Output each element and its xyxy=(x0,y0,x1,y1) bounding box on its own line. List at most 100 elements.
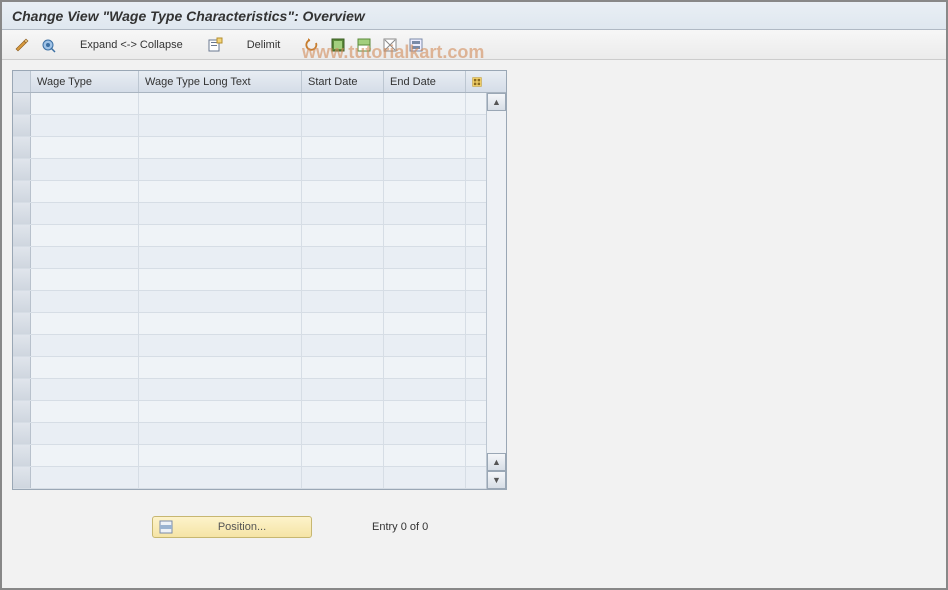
other-view-icon[interactable] xyxy=(36,35,60,55)
delimit-button[interactable]: Delimit xyxy=(240,35,288,55)
cell-wage-type[interactable] xyxy=(31,357,139,378)
cell-end-date[interactable] xyxy=(384,225,466,246)
table-row[interactable] xyxy=(13,247,486,269)
cell-wage-type-long-text[interactable] xyxy=(139,423,302,444)
cell-wage-type[interactable] xyxy=(31,159,139,180)
table-row[interactable] xyxy=(13,159,486,181)
col-wage-type-long-text[interactable]: Wage Type Long Text xyxy=(139,71,302,92)
cell-start-date[interactable] xyxy=(302,291,384,312)
cell-wage-type[interactable] xyxy=(31,93,139,114)
cell-wage-type-long-text[interactable] xyxy=(139,445,302,466)
cell-wage-type[interactable] xyxy=(31,401,139,422)
print-config-icon[interactable] xyxy=(404,35,428,55)
cell-end-date[interactable] xyxy=(384,291,466,312)
cell-start-date[interactable] xyxy=(302,137,384,158)
cell-wage-type-long-text[interactable] xyxy=(139,225,302,246)
cell-wage-type-long-text[interactable] xyxy=(139,159,302,180)
table-row[interactable] xyxy=(13,93,486,115)
cell-end-date[interactable] xyxy=(384,181,466,202)
row-selector[interactable] xyxy=(13,115,31,136)
cell-wage-type-long-text[interactable] xyxy=(139,401,302,422)
cell-end-date[interactable] xyxy=(384,137,466,158)
cell-start-date[interactable] xyxy=(302,247,384,268)
table-row[interactable] xyxy=(13,467,486,489)
row-selector[interactable] xyxy=(13,269,31,290)
col-end-date[interactable]: End Date xyxy=(384,71,466,92)
cell-wage-type[interactable] xyxy=(31,379,139,400)
cell-end-date[interactable] xyxy=(384,357,466,378)
cell-wage-type[interactable] xyxy=(31,137,139,158)
cell-wage-type-long-text[interactable] xyxy=(139,137,302,158)
cell-end-date[interactable] xyxy=(384,115,466,136)
cell-end-date[interactable] xyxy=(384,313,466,334)
row-selector[interactable] xyxy=(13,159,31,180)
cell-wage-type-long-text[interactable] xyxy=(139,93,302,114)
table-row[interactable] xyxy=(13,137,486,159)
cell-start-date[interactable] xyxy=(302,313,384,334)
table-row[interactable] xyxy=(13,313,486,335)
cell-end-date[interactable] xyxy=(384,401,466,422)
row-selector[interactable] xyxy=(13,93,31,114)
row-selector[interactable] xyxy=(13,423,31,444)
table-row[interactable] xyxy=(13,401,486,423)
select-block-icon[interactable] xyxy=(352,35,376,55)
cell-start-date[interactable] xyxy=(302,357,384,378)
cell-wage-type-long-text[interactable] xyxy=(139,379,302,400)
change-display-icon[interactable] xyxy=(10,35,34,55)
row-selector[interactable] xyxy=(13,313,31,334)
cell-start-date[interactable] xyxy=(302,159,384,180)
cell-wage-type-long-text[interactable] xyxy=(139,115,302,136)
cell-end-date[interactable] xyxy=(384,269,466,290)
cell-wage-type-long-text[interactable] xyxy=(139,467,302,488)
cell-start-date[interactable] xyxy=(302,115,384,136)
cell-end-date[interactable] xyxy=(384,93,466,114)
cell-end-date[interactable] xyxy=(384,203,466,224)
cell-wage-type[interactable] xyxy=(31,203,139,224)
cell-wage-type[interactable] xyxy=(31,181,139,202)
cell-wage-type[interactable] xyxy=(31,291,139,312)
table-row[interactable] xyxy=(13,269,486,291)
cell-start-date[interactable] xyxy=(302,203,384,224)
select-all-column-header[interactable] xyxy=(13,71,31,92)
cell-wage-type-long-text[interactable] xyxy=(139,313,302,334)
cell-end-date[interactable] xyxy=(384,335,466,356)
row-selector[interactable] xyxy=(13,181,31,202)
cell-end-date[interactable] xyxy=(384,423,466,444)
cell-start-date[interactable] xyxy=(302,335,384,356)
new-entries-icon[interactable] xyxy=(203,35,227,55)
cell-end-date[interactable] xyxy=(384,159,466,180)
table-settings-button[interactable] xyxy=(466,71,488,92)
table-row[interactable] xyxy=(13,445,486,467)
position-button[interactable]: Position... xyxy=(152,516,312,538)
table-row[interactable] xyxy=(13,335,486,357)
cell-wage-type[interactable] xyxy=(31,269,139,290)
table-row[interactable] xyxy=(13,423,486,445)
cell-wage-type[interactable] xyxy=(31,225,139,246)
cell-wage-type-long-text[interactable] xyxy=(139,247,302,268)
row-selector[interactable] xyxy=(13,445,31,466)
scroll-track[interactable] xyxy=(487,111,506,453)
row-selector[interactable] xyxy=(13,247,31,268)
cell-start-date[interactable] xyxy=(302,225,384,246)
undo-icon[interactable] xyxy=(300,35,324,55)
table-row[interactable] xyxy=(13,203,486,225)
cell-end-date[interactable] xyxy=(384,247,466,268)
cell-start-date[interactable] xyxy=(302,181,384,202)
row-selector[interactable] xyxy=(13,225,31,246)
row-selector[interactable] xyxy=(13,291,31,312)
table-row[interactable] xyxy=(13,181,486,203)
cell-start-date[interactable] xyxy=(302,423,384,444)
cell-wage-type-long-text[interactable] xyxy=(139,181,302,202)
table-row[interactable] xyxy=(13,115,486,137)
row-selector[interactable] xyxy=(13,401,31,422)
cell-end-date[interactable] xyxy=(384,445,466,466)
table-row[interactable] xyxy=(13,357,486,379)
table-row[interactable] xyxy=(13,379,486,401)
row-selector[interactable] xyxy=(13,137,31,158)
row-selector[interactable] xyxy=(13,357,31,378)
row-selector[interactable] xyxy=(13,379,31,400)
table-row[interactable] xyxy=(13,225,486,247)
cell-start-date[interactable] xyxy=(302,269,384,290)
cell-wage-type[interactable] xyxy=(31,247,139,268)
cell-start-date[interactable] xyxy=(302,93,384,114)
